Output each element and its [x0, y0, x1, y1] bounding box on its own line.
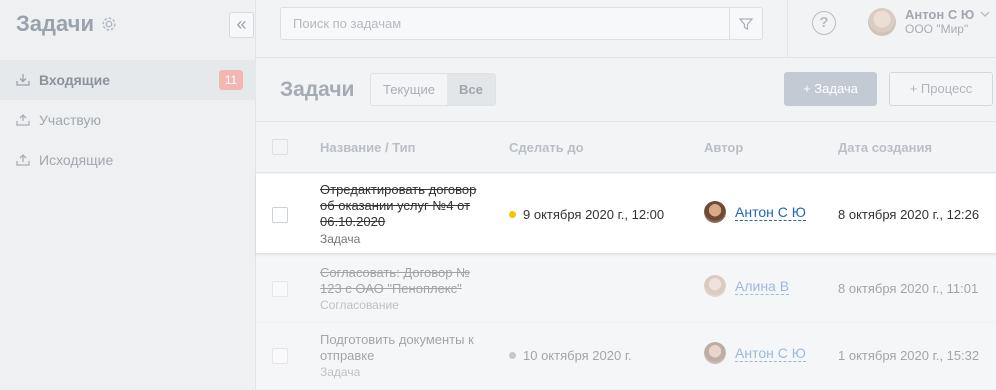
task-type: Задача [320, 365, 361, 379]
created-date: 8 октября 2020 г., 11:01 [838, 281, 979, 296]
row-checkbox[interactable] [272, 281, 288, 297]
task-type: Согласование [320, 298, 399, 312]
table-row[interactable]: Отредактировать договор об оказании услу… [256, 174, 996, 254]
tab-all[interactable]: Все [446, 74, 495, 105]
filter-segmented-control: Текущие Все [370, 73, 496, 106]
avatar [704, 201, 726, 223]
user-menu[interactable]: Антон С Ю ООО "Мир" [868, 7, 990, 37]
sidebar-nav: Входящие 11 Участвую Исходящие [0, 60, 256, 180]
filter-icon [739, 17, 753, 30]
row-checkbox[interactable] [272, 348, 288, 364]
tasks-table: Название / Тип Сделать до Автор Дата соз… [256, 121, 996, 390]
inbox-icon [16, 74, 30, 86]
created-date: 1 октября 2020 г., 15:32 [838, 348, 980, 363]
sidebar-title-text: Задачи [16, 11, 94, 36]
user-org: ООО "Мир" [905, 22, 969, 36]
sidebar-item-outbox[interactable]: Исходящие [0, 140, 256, 180]
sidebar-item-label: Участвую [39, 112, 102, 128]
sidebar-item-label: Исходящие [39, 152, 114, 168]
search-box [280, 7, 763, 40]
author: Антон С Ю [704, 201, 806, 223]
sidebar: Задачи « Входящие 11 Участвую Исходящие [0, 0, 256, 390]
filter-button[interactable] [729, 8, 762, 39]
created-date: 8 октября 2020 г., 12:26 [838, 207, 980, 222]
author-link[interactable]: Антон С Ю [735, 204, 806, 221]
sidebar-item-participate[interactable]: Участвую [0, 100, 256, 140]
participate-icon [16, 114, 30, 126]
avatar [704, 342, 726, 364]
due-date: 10 октября 2020 г. [509, 348, 632, 363]
divider [787, 0, 788, 58]
due-status-dot [509, 211, 516, 218]
task-name-link[interactable]: Подготовить документы к отправке [320, 332, 474, 363]
new-process-button[interactable]: + Процесс [889, 72, 993, 106]
outbox-icon [16, 154, 30, 166]
page-title: Задачи [280, 78, 355, 101]
main-header: Задачи Текущие Все + Задача + Процесс [256, 59, 996, 121]
task-type: Задача [320, 232, 361, 246]
author-link[interactable]: Алина В [735, 278, 790, 295]
sidebar-collapse-button[interactable]: « [229, 12, 254, 38]
avatar [704, 275, 726, 297]
author: Алина В [704, 275, 790, 297]
sidebar-item-label: Входящие [39, 72, 110, 88]
new-task-button[interactable]: + Задача [784, 72, 877, 106]
avatar [868, 8, 896, 36]
help-icon[interactable]: ? [812, 11, 836, 35]
author: Антон С Ю [704, 342, 806, 364]
column-header-created[interactable]: Дата создания [838, 140, 932, 155]
task-name-link[interactable]: Согласовать: Договор № 123 с ОАО "Пенопл… [320, 265, 470, 296]
author-link[interactable]: Антон С Ю [735, 345, 806, 362]
inbox-count-badge: 11 [219, 70, 243, 90]
row-checkbox[interactable] [272, 207, 288, 223]
sidebar-title: Задачи [16, 11, 118, 37]
due-status-dot [509, 352, 516, 359]
top-bar: ? Антон С Ю ООО "Мир" [256, 0, 996, 58]
chevron-down-icon [980, 11, 990, 17]
task-name-link[interactable]: Отредактировать договор об оказании услу… [320, 182, 476, 229]
due-date-text: 10 октября 2020 г. [523, 348, 632, 363]
due-date: 9 октября 2020 г., 12:00 [509, 207, 664, 222]
gear-icon[interactable] [100, 15, 118, 33]
select-all-checkbox[interactable] [272, 139, 288, 155]
due-date-text: 9 октября 2020 г., 12:00 [523, 207, 665, 222]
tab-current[interactable]: Текущие [371, 74, 447, 105]
user-name: Антон С Ю [905, 7, 975, 22]
sidebar-item-inbox[interactable]: Входящие 11 [0, 60, 256, 100]
table-row[interactable]: Согласовать: Договор № 123 с ОАО "Пенопл… [256, 255, 996, 323]
column-header-due[interactable]: Сделать до [509, 140, 584, 155]
table-header: Название / Тип Сделать до Автор Дата соз… [256, 121, 996, 173]
search-input[interactable] [281, 8, 731, 39]
column-header-name[interactable]: Название / Тип [320, 140, 416, 155]
table-row[interactable]: Подготовить документы к отправке Задача … [256, 324, 996, 390]
column-header-author[interactable]: Автор [704, 140, 743, 155]
